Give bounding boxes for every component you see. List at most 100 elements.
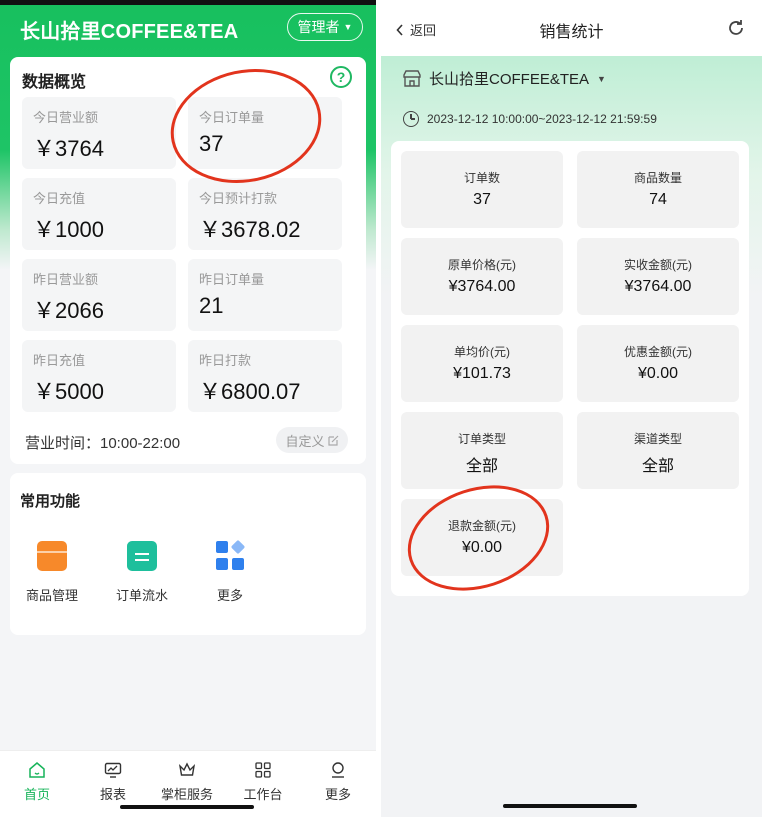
cell-order-type[interactable]: 订单类型 全部 [401, 412, 563, 489]
data-overview-card: 数据概览 ? 今日营业额 ￥3764 今日订单量 37 今日充值 ￥1000 今… [10, 57, 366, 464]
home-screen: 长山拾里COFFEE&TEA 管理者 ▼ 数据概览 ? 今日营业额 ￥3764 … [0, 0, 376, 817]
cell-value: 74 [649, 191, 667, 208]
stat-yesterday-recharge[interactable]: 昨日充值 ￥5000 [22, 340, 176, 412]
wallet-icon [37, 541, 67, 571]
stat-value: ￥2066 [33, 298, 104, 323]
custom-label: 自定义 [285, 433, 325, 449]
stat-label: 昨日营业额 [33, 272, 99, 287]
stat-value: ￥3764 [33, 136, 104, 161]
store-name[interactable]: 长山拾里COFFEE&TEA [20, 15, 238, 44]
common-functions-card: 常用功能 商品管理 订单流水 更多 [10, 473, 366, 635]
store-name: 长山拾里COFFEE&TEA [429, 71, 590, 88]
refresh-icon[interactable] [725, 17, 747, 39]
stat-value: ￥1000 [33, 217, 104, 242]
func-more[interactable]: 更多 [195, 539, 265, 604]
stat-value: 21 [199, 293, 224, 318]
cell-value: 37 [473, 191, 491, 208]
stat-value: ￥6800.07 [199, 379, 301, 404]
clock-icon [403, 111, 419, 127]
cell-value: ¥101.73 [453, 365, 511, 382]
cell-label: 订单类型 [457, 432, 506, 446]
cell-label: 优惠金额(元) [624, 345, 692, 359]
profile-icon [332, 762, 344, 778]
stat-yesterday-revenue[interactable]: 昨日营业额 ￥2066 [22, 259, 176, 331]
cell-label: 原单价格(元) [448, 258, 516, 272]
stat-label: 今日营业额 [33, 110, 99, 125]
home-indicator [120, 805, 254, 809]
store-icon [403, 70, 421, 87]
tab-label: 首页 [23, 787, 50, 802]
stat-value: 37 [199, 131, 224, 156]
tab-more[interactable]: 更多 [308, 761, 368, 803]
cell-channel-type[interactable]: 渠道类型 全部 [577, 412, 739, 489]
stat-today-orders[interactable]: 今日订单量 37 [188, 97, 342, 169]
cell-discount-amount: 优惠金额(元) ¥0.00 [577, 325, 739, 402]
stat-today-revenue[interactable]: 今日营业额 ￥3764 [22, 97, 176, 169]
cell-value: 全部 [641, 458, 674, 475]
tab-label: 报表 [99, 787, 126, 802]
tab-home[interactable]: 首页 [7, 761, 67, 803]
question-circle-icon[interactable]: ? [330, 66, 352, 88]
tab-label: 更多 [324, 787, 351, 802]
time-range-selector[interactable]: 2023-12-12 10:00:00~2023-12-12 21:59:59 [403, 111, 657, 127]
tab-shopkeeper-service[interactable]: 掌柜服务 [157, 761, 217, 803]
functions-title: 常用功能 [20, 493, 81, 510]
tab-label: 掌柜服务 [160, 787, 213, 802]
stat-yesterday-orders[interactable]: 昨日订单量 21 [188, 259, 342, 331]
stat-today-expected-payout[interactable]: 今日预计打款 ￥3678.02 [188, 178, 342, 250]
sales-statistics-screen: 返回 销售统计 长山拾里COFFEE&TEA ▼ 2023-12-12 10:0… [381, 0, 762, 817]
cell-value: ¥0.00 [637, 365, 679, 382]
cell-label: 单均价(元) [454, 345, 510, 359]
stat-label: 昨日打款 [199, 353, 252, 368]
stat-label: 昨日订单量 [199, 272, 265, 287]
tab-label: 工作台 [243, 787, 283, 802]
caret-down-icon: ▼ [343, 22, 353, 32]
clipboard-icon [127, 541, 157, 571]
func-label: 商品管理 [25, 588, 78, 603]
cell-refund-amount: 退款金额(元) ¥0.00 [401, 499, 563, 576]
cell-label: 订单数 [463, 171, 500, 185]
page-title: 销售统计 [539, 24, 604, 41]
func-goods-management[interactable]: 商品管理 [17, 541, 87, 604]
tab-workbench[interactable]: 工作台 [233, 761, 293, 803]
func-order-flow[interactable]: 订单流水 [107, 541, 177, 604]
cell-order-count: 订单数 37 [401, 151, 563, 228]
stat-today-recharge[interactable]: 今日充值 ￥1000 [22, 178, 176, 250]
caret-down-icon: ▼ [597, 73, 606, 84]
store-selector[interactable]: 长山拾里COFFEE&TEA ▼ [403, 68, 606, 89]
grid-icon [215, 539, 246, 571]
stat-value: ￥5000 [33, 379, 104, 404]
role-label: 管理者 [297, 19, 340, 35]
cell-value: ¥3764.00 [624, 278, 692, 295]
stat-value: ￥3678.02 [199, 217, 301, 242]
home-indicator [503, 804, 637, 808]
role-switch-button[interactable]: 管理者 ▼ [287, 13, 363, 41]
home-icon [29, 762, 45, 778]
stat-label: 今日充值 [33, 191, 86, 206]
cell-received-amount: 实收金额(元) ¥3764.00 [577, 238, 739, 315]
time-range-text: 2023-12-12 10:00:00~2023-12-12 21:59:59 [427, 112, 657, 126]
cell-label: 退款金额(元) [448, 519, 516, 533]
cell-value: ¥3764.00 [448, 278, 516, 295]
cell-value: 全部 [465, 458, 498, 475]
business-hours: 营业时间：10:00-22:00 [25, 435, 181, 452]
func-label: 更多 [216, 588, 243, 603]
custom-button[interactable]: 自定义 [276, 427, 348, 453]
stat-yesterday-payout[interactable]: 昨日打款 ￥6800.07 [188, 340, 342, 412]
func-label: 订单流水 [115, 588, 168, 603]
cell-value: ¥0.00 [461, 539, 503, 556]
tab-report[interactable]: 报表 [83, 761, 143, 803]
report-icon [104, 762, 122, 778]
status-bar [0, 0, 376, 5]
stats-card: 订单数 37 商品数量 74 原单价格(元) ¥3764.00 实收金额(元) … [391, 141, 749, 596]
nav-bar: 返回 销售统计 [381, 0, 762, 56]
stat-label: 昨日充值 [33, 353, 86, 368]
workbench-icon [255, 762, 271, 778]
cell-label: 渠道类型 [633, 432, 682, 446]
stat-label: 今日预计打款 [199, 191, 278, 206]
stat-label: 今日订单量 [199, 110, 265, 125]
cell-item-count: 商品数量 74 [577, 151, 739, 228]
overview-title: 数据概览 [22, 74, 87, 91]
cell-label: 商品数量 [633, 171, 682, 185]
cell-average-price: 单均价(元) ¥101.73 [401, 325, 563, 402]
